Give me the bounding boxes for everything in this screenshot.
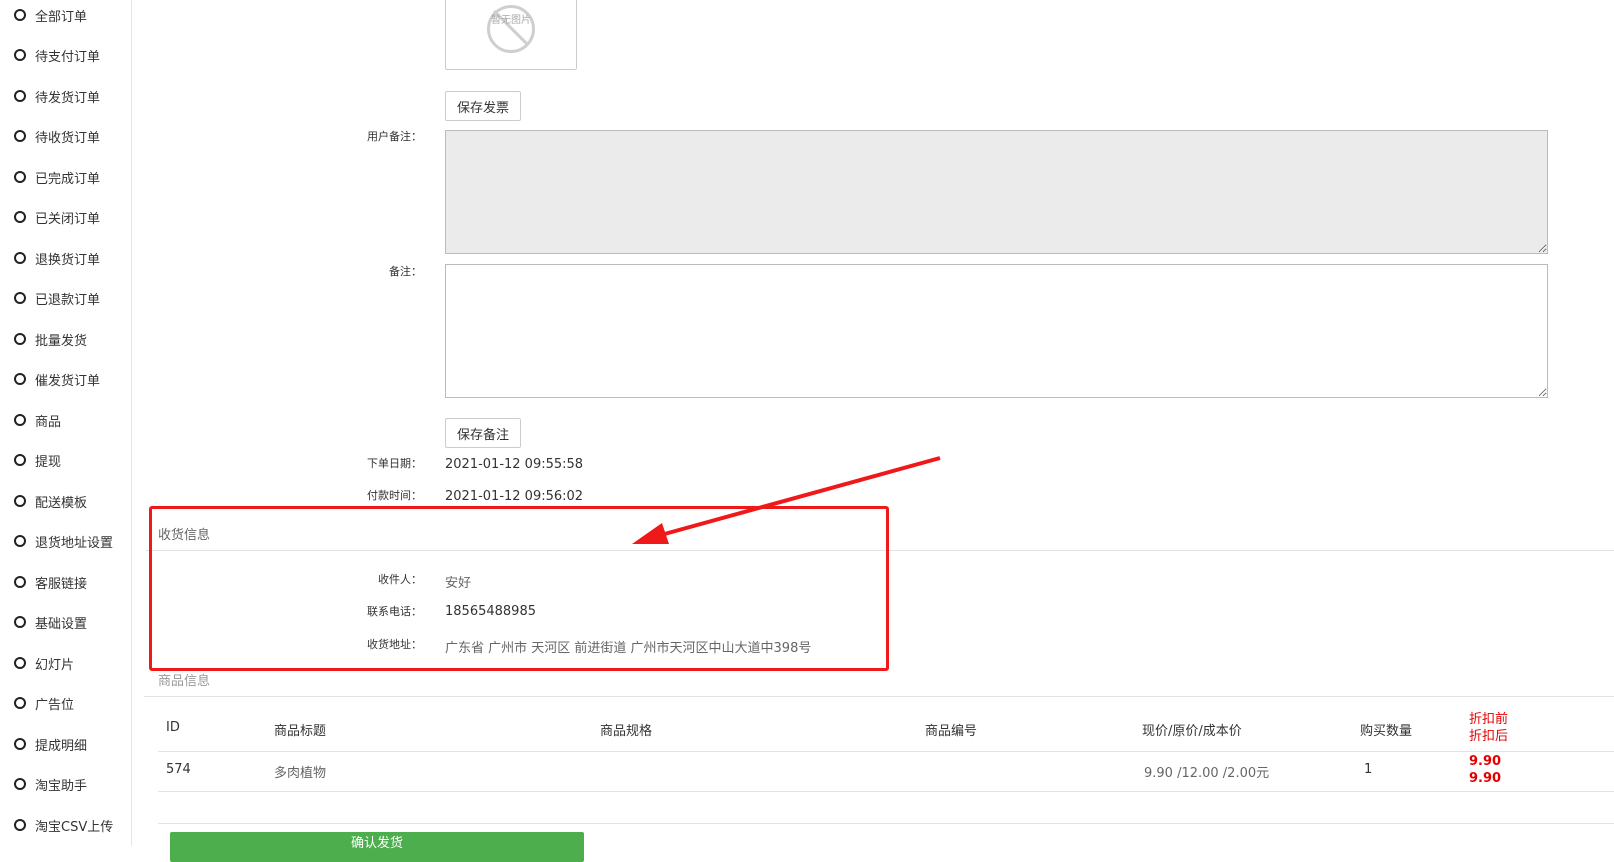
divider — [144, 696, 1614, 697]
sidebar-item-completed[interactable]: 已完成订单 — [14, 167, 100, 187]
invoice-image[interactable]: 暂无图片 — [445, 0, 577, 70]
circle-icon — [14, 657, 26, 669]
order-detail-main: 暂无图片 保存发票 用户备注： 备注： 保存备注 下单日期： 2021-01-1… — [132, 0, 1614, 862]
circle-icon — [14, 697, 26, 709]
table-divider — [158, 751, 1614, 752]
sidebar-item-all-orders[interactable]: 全部订单 — [14, 5, 87, 25]
circle-icon — [14, 495, 26, 507]
user-remark-textarea[interactable] — [445, 130, 1548, 254]
no-image-text: 暂无图片 — [491, 15, 531, 26]
circle-icon — [14, 778, 26, 790]
circle-icon — [14, 576, 26, 588]
sidebar-item-returns[interactable]: 退换货订单 — [14, 248, 100, 268]
sidebar-item-batch-ship[interactable]: 批量发货 — [14, 329, 87, 349]
save-invoice-button[interactable]: 保存发票 — [445, 91, 522, 121]
table-divider — [158, 823, 1614, 824]
col-header-title: 商品标题 — [274, 724, 327, 739]
sidebar-item-taobao-csv[interactable]: 淘宝CSV上传 — [14, 815, 113, 835]
pay-time-value: 2021-01-12 09:56:02 — [445, 489, 584, 504]
circle-icon — [14, 130, 26, 142]
circle-icon — [14, 90, 26, 102]
sidebar-item-products[interactable]: 商品 — [14, 410, 61, 430]
pay-time-label: 付款时间： — [367, 489, 422, 502]
annotation-highlight-box — [149, 506, 889, 671]
col-header-price: 现价/原价/成本价 — [1142, 724, 1242, 739]
sidebar-item-urge-ship[interactable]: 催发货订单 — [14, 369, 100, 389]
confirm-ship-button[interactable]: 确认发货 — [170, 832, 584, 862]
circle-icon — [14, 171, 26, 183]
sidebar-item-basic-settings[interactable]: 基础设置 — [14, 612, 87, 632]
circle-icon — [14, 333, 26, 345]
cell-qty: 1 — [1364, 762, 1373, 777]
circle-icon — [14, 819, 26, 831]
remark-textarea[interactable] — [445, 264, 1548, 398]
col-header-id: ID — [166, 720, 180, 735]
col-header-discount-after: 折扣后 — [1469, 729, 1509, 744]
circle-icon — [14, 292, 26, 304]
col-header-qty: 购买数量 — [1360, 724, 1413, 739]
sidebar-item-pending-receipt[interactable]: 待收货订单 — [14, 126, 100, 146]
sidebar-item-withdraw[interactable]: 提现 — [14, 450, 61, 470]
circle-icon — [14, 9, 26, 21]
sidebar-item-return-address[interactable]: 退货地址设置 — [14, 531, 113, 551]
remark-label: 备注： — [389, 265, 422, 278]
sidebar-item-ad-slots[interactable]: 广告位 — [14, 693, 74, 713]
sidebar-item-pending-shipment[interactable]: 待发货订单 — [14, 86, 100, 106]
goods-section-title: 商品信息 — [158, 674, 211, 689]
circle-icon — [14, 211, 26, 223]
sidebar-item-support-link[interactable]: 客服链接 — [14, 572, 87, 592]
cell-title: 多肉植物 — [274, 766, 327, 781]
sidebar-item-closed[interactable]: 已关闭订单 — [14, 207, 100, 227]
circle-icon — [14, 535, 26, 547]
circle-icon — [14, 373, 26, 385]
sidebar-item-shipping-template[interactable]: 配送模板 — [14, 491, 87, 511]
cell-price: 9.90 /12.00 /2.00元 — [1144, 766, 1270, 781]
cell-id: 574 — [166, 762, 191, 777]
circle-icon — [14, 49, 26, 61]
circle-icon — [14, 454, 26, 466]
user-remark-label: 用户备注： — [367, 130, 422, 143]
cell-before-price: 9.90 — [1469, 754, 1502, 769]
sidebar-item-commission[interactable]: 提成明细 — [14, 734, 87, 754]
col-header-spec: 商品规格 — [600, 724, 653, 739]
save-remark-button[interactable]: 保存备注 — [445, 418, 522, 448]
order-date-value: 2021-01-12 09:55:58 — [445, 457, 584, 472]
col-header-discount-before: 折扣前 — [1469, 712, 1509, 727]
sidebar-item-pending-payment[interactable]: 待支付订单 — [14, 45, 100, 65]
sidebar-item-refunded[interactable]: 已退款订单 — [14, 288, 100, 308]
table-divider — [158, 791, 1614, 792]
order-date-label: 下单日期： — [367, 457, 422, 470]
col-header-code: 商品编号 — [925, 724, 978, 739]
circle-icon — [14, 616, 26, 628]
sidebar: 全部订单 待支付订单 待发货订单 待收货订单 已完成订单 已关闭订单 退换货订单… — [0, 0, 132, 846]
circle-icon — [14, 738, 26, 750]
circle-icon — [14, 252, 26, 264]
circle-icon — [14, 414, 26, 426]
sidebar-item-taobao-helper[interactable]: 淘宝助手 — [14, 774, 87, 794]
cell-after-price: 9.90 — [1469, 771, 1502, 786]
sidebar-item-slideshow[interactable]: 幻灯片 — [14, 653, 74, 673]
